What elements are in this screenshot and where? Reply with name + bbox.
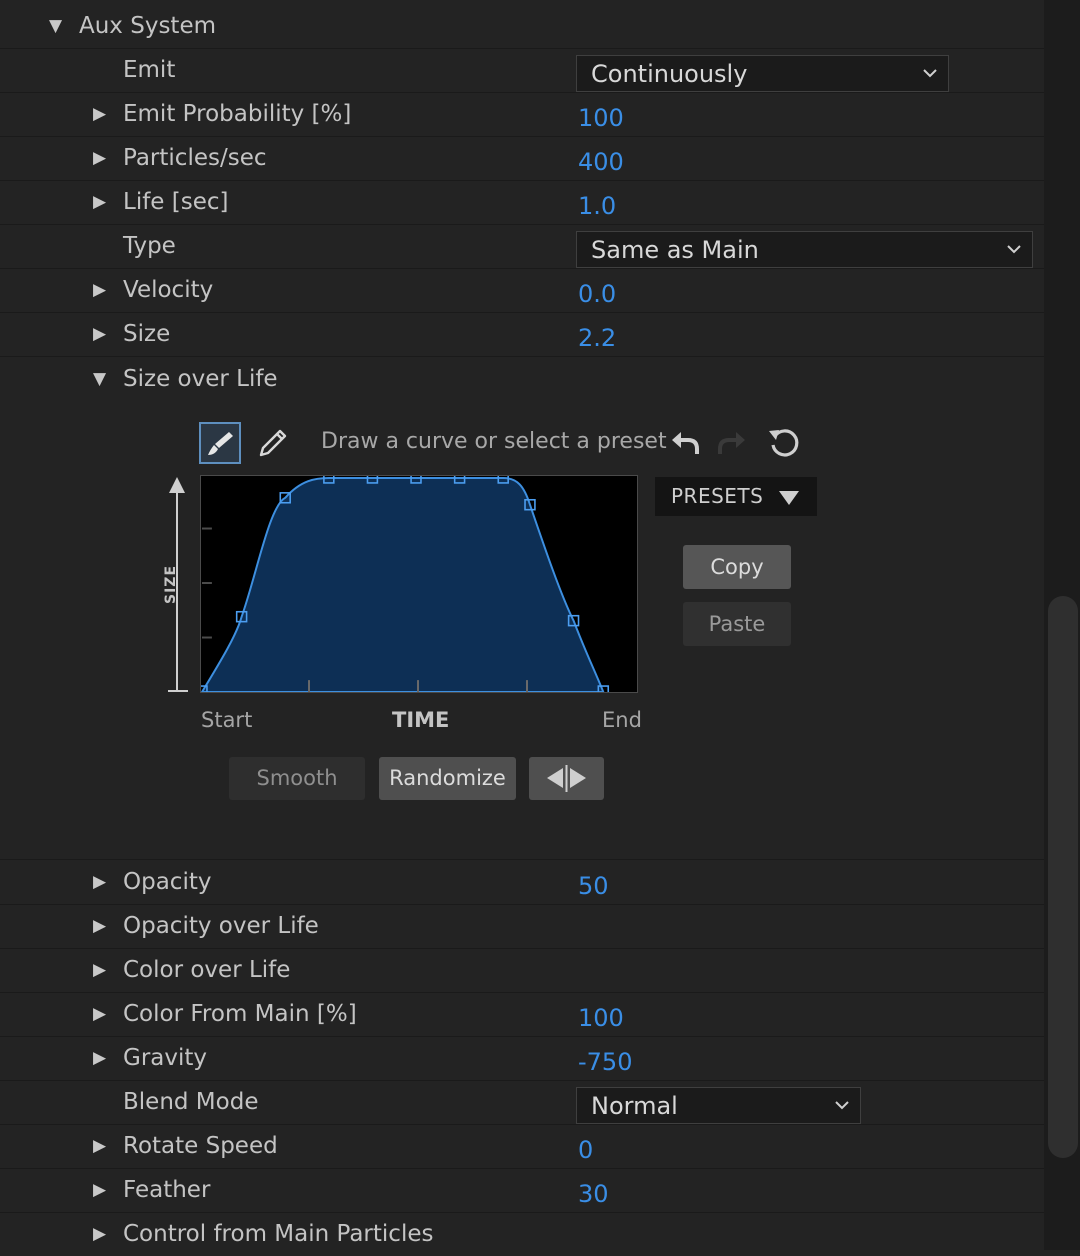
life-row: ▶ Life [sec] 1.0 (0, 180, 1044, 225)
chevron-down-icon (923, 69, 937, 78)
copy-button[interactable]: Copy (683, 545, 791, 589)
size-curve-graph[interactable] (200, 475, 638, 693)
expand-triangle-icon[interactable]: ▶ (93, 1212, 106, 1256)
flip-curve-button[interactable] (529, 757, 604, 800)
expand-triangle-icon[interactable]: ▶ (93, 948, 106, 992)
velocity-row: ▶ Velocity 0.0 (0, 268, 1044, 313)
opacity-over-life-row[interactable]: ▶ Opacity over Life (0, 904, 1044, 949)
expand-triangle-icon[interactable]: ▶ (93, 904, 106, 948)
velocity-value[interactable]: 0.0 (578, 272, 616, 316)
velocity-label: Velocity (123, 277, 214, 303)
particles-sec-label: Particles/sec (123, 145, 267, 171)
blend-mode-dropdown-value: Normal (591, 1092, 678, 1120)
aux-system-header[interactable]: ▼ Aux System (0, 4, 1044, 49)
color-over-life-label: Color over Life (123, 957, 291, 983)
type-dropdown-value: Same as Main (591, 236, 759, 264)
time-start-label: Start (201, 708, 253, 732)
effect-controls-panel: ▼ Aux System Emit Continuously ▶ Emit Pr… (0, 0, 1044, 1250)
pencil-icon (259, 429, 287, 457)
size-over-life-label: Size over Life (123, 366, 278, 392)
size-row: ▶ Size 2.2 (0, 312, 1044, 357)
size-value[interactable]: 2.2 (578, 316, 616, 360)
rotate-speed-label: Rotate Speed (123, 1133, 278, 1159)
opacity-label: Opacity (123, 869, 212, 895)
feather-value[interactable]: 30 (578, 1172, 609, 1216)
color-over-life-row[interactable]: ▶ Color over Life (0, 948, 1044, 993)
undo-icon[interactable] (668, 426, 702, 460)
rotate-speed-value[interactable]: 0 (578, 1128, 593, 1172)
opacity-row: ▶ Opacity 50 (0, 860, 1044, 905)
blend-mode-dropdown[interactable]: Normal (576, 1087, 861, 1124)
randomize-button[interactable]: Randomize (379, 757, 516, 800)
emit-row: Emit Continuously (0, 48, 1044, 93)
size-axis-label: SIZE (163, 564, 179, 604)
control-from-main-row[interactable]: ▶ Control from Main Particles (0, 1212, 1044, 1256)
collapse-triangle-icon[interactable]: ▼ (93, 357, 106, 401)
blend-mode-label: Blend Mode (123, 1089, 259, 1115)
type-label: Type (123, 233, 176, 259)
redo-icon[interactable] (715, 426, 749, 460)
collapse-triangle-icon[interactable]: ▼ (49, 4, 62, 48)
emit-dropdown[interactable]: Continuously (576, 55, 949, 92)
expand-triangle-icon[interactable]: ▶ (93, 180, 106, 224)
particles-sec-row: ▶ Particles/sec 400 (0, 136, 1044, 181)
size-label: Size (123, 321, 171, 347)
blend-mode-row: Blend Mode Normal (0, 1080, 1044, 1125)
particles-sec-value[interactable]: 400 (578, 140, 624, 184)
flip-horizontal-icon (547, 765, 586, 792)
presets-dropdown[interactable]: PRESETS (655, 477, 817, 516)
emit-dropdown-value: Continuously (591, 60, 748, 88)
presets-label: PRESETS (671, 484, 764, 508)
triangle-down-icon (779, 491, 799, 505)
brush-icon (208, 432, 233, 455)
size-curve-fill (201, 476, 605, 692)
opacity-value[interactable]: 50 (578, 864, 609, 908)
expand-triangle-icon[interactable]: ▶ (93, 268, 106, 312)
pencil-tool-button[interactable] (252, 422, 294, 464)
time-end-label: End (602, 708, 642, 732)
emit-label: Emit (123, 57, 176, 83)
expand-triangle-icon[interactable]: ▶ (93, 1168, 106, 1212)
type-row: Type Same as Main (0, 224, 1044, 269)
feather-row: ▶ Feather 30 (0, 1168, 1044, 1213)
emit-probability-label: Emit Probability [%] (123, 101, 352, 127)
expand-triangle-icon[interactable]: ▶ (93, 992, 106, 1036)
color-from-main-label: Color From Main [%] (123, 1001, 357, 1027)
color-from-main-value[interactable]: 100 (578, 996, 624, 1040)
chevron-down-icon (1007, 245, 1021, 254)
curve-hint-text: Draw a curve or select a preset (321, 429, 667, 454)
expand-triangle-icon[interactable]: ▶ (93, 92, 106, 136)
emit-probability-row: ▶ Emit Probability [%] 100 (0, 92, 1044, 137)
color-from-main-row: ▶ Color From Main [%] 100 (0, 992, 1044, 1037)
expand-triangle-icon[interactable]: ▶ (93, 860, 106, 904)
type-dropdown[interactable]: Same as Main (576, 231, 1033, 268)
expand-triangle-icon[interactable]: ▶ (93, 1036, 106, 1080)
time-axis-label: TIME (392, 708, 450, 732)
smooth-button[interactable]: Smooth (229, 757, 365, 800)
size-over-life-header[interactable]: ▼ Size over Life (0, 357, 1044, 401)
life-value[interactable]: 1.0 (578, 184, 616, 228)
expand-triangle-icon[interactable]: ▶ (93, 1124, 106, 1168)
expand-triangle-icon[interactable]: ▶ (93, 136, 106, 180)
reset-icon[interactable] (767, 426, 801, 460)
rotate-speed-row: ▶ Rotate Speed 0 (0, 1124, 1044, 1169)
scrollbar-thumb[interactable] (1048, 596, 1078, 1158)
brush-tool-button[interactable] (199, 422, 241, 464)
aux-system-title: Aux System (79, 13, 217, 39)
paste-button[interactable]: Paste (683, 602, 791, 646)
control-from-main-label: Control from Main Particles (123, 1221, 434, 1247)
gravity-label: Gravity (123, 1045, 208, 1071)
gravity-row: ▶ Gravity -750 (0, 1036, 1044, 1081)
feather-label: Feather (123, 1177, 211, 1203)
gravity-value[interactable]: -750 (578, 1040, 632, 1084)
chevron-down-icon (835, 1101, 849, 1110)
emit-probability-value[interactable]: 100 (578, 96, 624, 140)
life-label: Life [sec] (123, 189, 229, 215)
opacity-over-life-label: Opacity over Life (123, 913, 319, 939)
expand-triangle-icon[interactable]: ▶ (93, 312, 106, 356)
